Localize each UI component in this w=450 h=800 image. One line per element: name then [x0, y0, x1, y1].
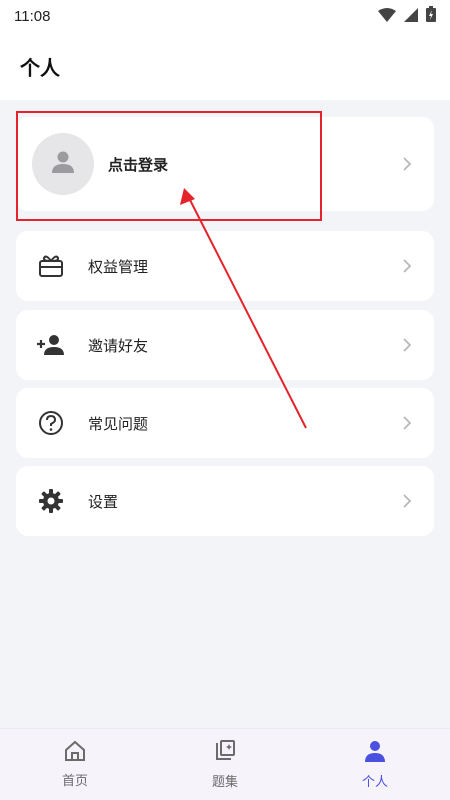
annotation-highlight-box	[16, 111, 322, 221]
add-user-icon	[36, 330, 66, 360]
nav-tab-profile[interactable]: 个人	[300, 729, 450, 800]
status-bar: 11:08	[0, 0, 450, 32]
battery-icon	[426, 6, 436, 26]
menu-item-settings[interactable]: 设置	[16, 466, 434, 536]
chevron-right-icon	[402, 493, 412, 513]
page-title: 个人	[20, 55, 60, 80]
home-icon	[63, 740, 87, 766]
nav-label-home: 首页	[61, 774, 88, 789]
help-circle-icon	[36, 408, 66, 438]
gift-card-icon	[36, 251, 66, 281]
signal-icon	[404, 7, 418, 26]
gear-icon	[36, 486, 66, 516]
chevron-right-icon	[402, 337, 412, 357]
wifi-icon	[378, 7, 396, 26]
status-icons	[378, 6, 436, 26]
bottom-nav: 首页 题集 个人	[0, 728, 450, 800]
nav-label-question-set: 题集	[211, 775, 238, 790]
menu-item-label: 邀请好友	[88, 336, 149, 355]
status-time: 11:08	[14, 7, 51, 25]
menu-item-label: 常见问题	[88, 414, 149, 433]
chevron-right-icon	[402, 156, 412, 176]
nav-label-profile: 个人	[361, 775, 388, 790]
menu-item-invite[interactable]: 邀请好友	[16, 310, 434, 380]
question-set-icon	[213, 739, 237, 767]
nav-tab-home[interactable]: 首页	[0, 729, 150, 800]
menu-item-label: 设置	[88, 492, 119, 511]
menu-item-label: 权益管理	[88, 257, 149, 276]
menu-item-faq[interactable]: 常见问题	[16, 388, 434, 458]
nav-tab-question-set[interactable]: 题集	[150, 729, 300, 800]
menu-item-benefits[interactable]: 权益管理	[16, 231, 434, 301]
chevron-right-icon	[402, 415, 412, 435]
person-icon	[363, 739, 387, 767]
chevron-right-icon	[402, 258, 412, 278]
header: 个人	[0, 32, 450, 100]
